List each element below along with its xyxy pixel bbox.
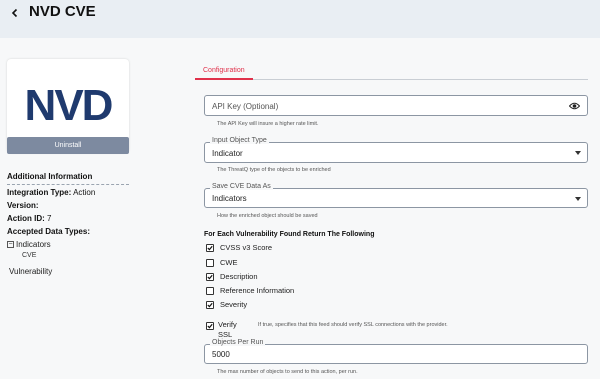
objects-per-run-value: 5000 (212, 350, 230, 359)
verify-ssl-helper: If true, specifies that this feed should… (258, 322, 448, 328)
verify-ssl-checkbox[interactable] (206, 322, 214, 330)
option-cwe[interactable]: CWE (206, 258, 238, 267)
checkbox-checked-icon[interactable] (206, 243, 214, 252)
api-key-placeholder: API Key (Optional) (212, 102, 279, 111)
eye-icon[interactable] (569, 102, 580, 110)
option-label: CWE (220, 258, 238, 267)
tab-configuration[interactable]: Configuration (195, 64, 253, 80)
option-cvss-score[interactable]: CVSS v3 Score (206, 243, 272, 252)
checkbox-unchecked-icon[interactable] (206, 286, 214, 295)
option-label: Severity (220, 300, 248, 309)
checkbox-unchecked-icon[interactable] (206, 258, 214, 267)
main-content: Configuration API Key (Optional) The API… (0, 0, 600, 379)
save-data-as-select[interactable]: Save CVE Data As Indicators (204, 183, 588, 208)
save-data-as-value: Indicators (212, 194, 247, 203)
api-key-helper: The API Key will insure a higher rate li… (217, 121, 319, 127)
option-label: CVSS v3 Score (220, 243, 273, 252)
api-key-field[interactable]: API Key (Optional) (204, 95, 588, 116)
save-data-as-label: Save CVE Data As (210, 183, 273, 190)
return-section-title: For Each Vulnerability Found Return The … (204, 231, 375, 238)
input-object-type-value: Indicator (212, 149, 243, 158)
checkbox-checked-icon[interactable] (206, 272, 214, 281)
option-label: Reference Information (220, 286, 295, 295)
input-object-type-select[interactable]: Input Object Type Indicator (204, 137, 588, 163)
option-reference-info[interactable]: Reference Information (206, 286, 294, 295)
tab-bar: Configuration (195, 64, 588, 80)
objects-per-run-helper: The max number of objects to send to thi… (217, 369, 358, 375)
option-label: Description (220, 272, 258, 281)
chevron-down-icon (575, 197, 581, 201)
objects-per-run-field[interactable]: Objects Per Run 5000 (204, 339, 588, 364)
chevron-down-icon (575, 151, 581, 155)
checkbox-checked-icon[interactable] (206, 322, 214, 330)
option-description[interactable]: Description (206, 272, 258, 281)
save-data-as-helper: How the enriched object should be saved (217, 213, 318, 219)
option-severity[interactable]: Severity (206, 300, 247, 309)
input-object-type-label: Input Object Type (210, 137, 269, 144)
input-object-type-helper: The ThreatQ type of the objects to be en… (217, 167, 331, 173)
verify-ssl-label: Verify SSL (218, 320, 237, 339)
checkbox-checked-icon[interactable] (206, 300, 214, 309)
objects-per-run-label: Objects Per Run (210, 339, 266, 346)
